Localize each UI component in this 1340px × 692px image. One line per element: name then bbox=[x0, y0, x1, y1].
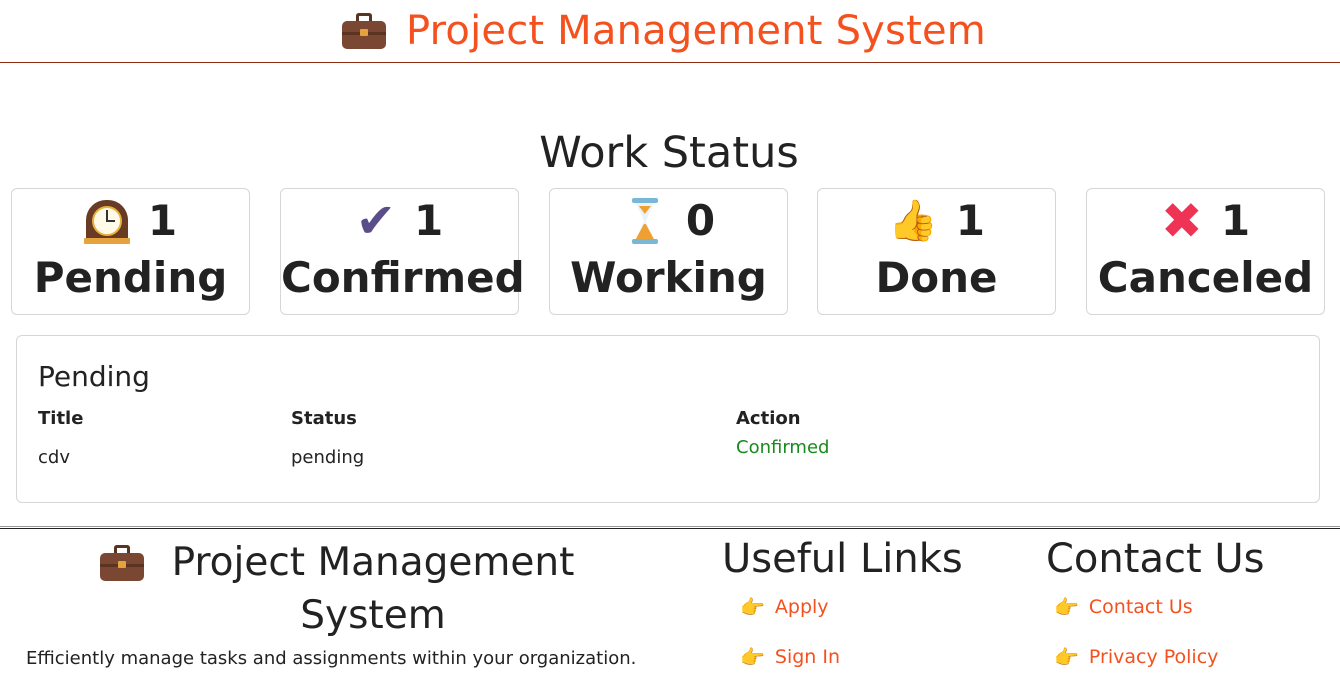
useful-links-heading: Useful Links bbox=[722, 536, 963, 582]
footer-link-privacy-policy[interactable]: 👉 Privacy Policy bbox=[1054, 645, 1218, 669]
confirmed-count: 1 bbox=[413, 196, 444, 245]
footer-brand: Project Management System bbox=[100, 536, 580, 642]
done-count: 1 bbox=[955, 196, 986, 245]
contact-us-heading: Contact Us bbox=[1046, 536, 1265, 582]
hourglass-icon bbox=[622, 198, 668, 244]
work-status-title: Work Status bbox=[539, 128, 799, 178]
status-card-working[interactable]: 0 Working bbox=[549, 188, 788, 315]
pointing-hand-icon: 👉 bbox=[740, 595, 765, 619]
check-mark-icon: ✔ bbox=[355, 193, 396, 249]
pointing-hand-icon: 👉 bbox=[1054, 595, 1079, 619]
briefcase-icon bbox=[342, 12, 387, 50]
row-status: pending bbox=[291, 447, 365, 468]
footer-link-label: Privacy Policy bbox=[1088, 646, 1219, 668]
column-header-action: Action bbox=[736, 408, 801, 429]
status-card-canceled[interactable]: ✖ 1 Canceled bbox=[1086, 188, 1325, 315]
working-count: 0 bbox=[685, 196, 716, 245]
footer-divider bbox=[0, 526, 1340, 529]
footer-link-label: Apply bbox=[774, 596, 829, 618]
status-card-confirmed[interactable]: ✔ 1 Confirmed bbox=[280, 188, 525, 315]
column-header-title: Title bbox=[38, 408, 84, 429]
thumbs-up-icon: 👍 bbox=[887, 198, 938, 244]
row-title: cdv bbox=[38, 447, 70, 468]
brand[interactable]: Project Management System bbox=[342, 8, 986, 54]
pending-label: Pending bbox=[33, 253, 228, 302]
pending-panel-title: Pending bbox=[38, 360, 150, 393]
footer-link-apply[interactable]: 👉 Apply bbox=[740, 595, 829, 619]
footer-description: Efficiently manage tasks and assignments… bbox=[26, 648, 637, 669]
status-card-done[interactable]: 👍 1 Done bbox=[817, 188, 1056, 315]
working-label: Working bbox=[570, 253, 767, 302]
top-header: Project Management System bbox=[0, 0, 1340, 63]
confirmed-label: Confirmed bbox=[281, 253, 525, 302]
footer-link-label: Sign In bbox=[774, 646, 841, 668]
pending-panel: Pending Title Status Action cdv pending … bbox=[16, 335, 1320, 503]
done-label: Done bbox=[875, 253, 998, 302]
pointing-hand-icon: 👉 bbox=[740, 645, 765, 669]
canceled-label: Canceled bbox=[1097, 253, 1314, 302]
footer-brand-title: Project Management System bbox=[171, 540, 575, 638]
app-title[interactable]: Project Management System bbox=[406, 8, 986, 54]
confirm-action-link[interactable]: Confirmed bbox=[736, 437, 829, 458]
status-card-pending[interactable]: 1 Pending bbox=[11, 188, 250, 315]
footer-link-label: Contact Us bbox=[1088, 596, 1193, 618]
cross-mark-icon: ✖ bbox=[1160, 192, 1203, 250]
pending-count: 1 bbox=[147, 196, 178, 245]
pointing-hand-icon: 👉 bbox=[1054, 645, 1079, 669]
mantelpiece-clock-icon bbox=[83, 198, 130, 244]
column-header-status: Status bbox=[291, 408, 357, 429]
footer-link-contact-us[interactable]: 👉 Contact Us bbox=[1054, 595, 1193, 619]
briefcase-icon bbox=[100, 544, 144, 582]
footer-link-sign-in[interactable]: 👉 Sign In bbox=[740, 645, 840, 669]
canceled-count: 1 bbox=[1220, 196, 1251, 245]
